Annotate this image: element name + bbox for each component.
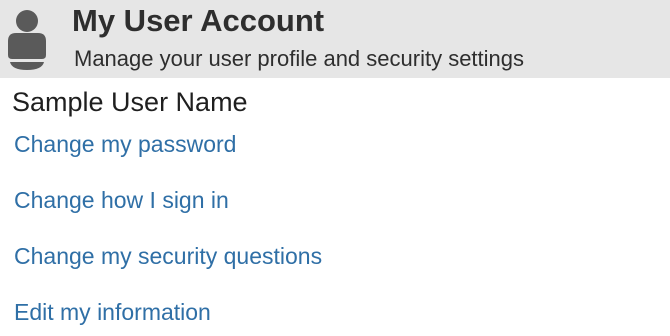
edit-information-link[interactable]: Edit my information <box>14 290 211 334</box>
page-title: My User Account <box>72 3 325 38</box>
list-item: Change my security questions <box>14 234 322 290</box>
change-security-questions-link[interactable]: Change my security questions <box>14 234 322 278</box>
change-sign-in-link[interactable]: Change how I sign in <box>14 178 229 222</box>
list-item: Change how I sign in <box>14 178 322 234</box>
user-silhouette-icon <box>6 9 48 71</box>
list-item: Change my password <box>14 122 322 178</box>
account-actions-list: Change my password Change how I sign in … <box>14 122 322 336</box>
list-item: Edit my information <box>14 290 322 336</box>
account-header: My User Account Manage your user profile… <box>0 0 670 78</box>
my-user-account-page: My User Account Manage your user profile… <box>0 0 670 336</box>
change-password-link[interactable]: Change my password <box>14 122 236 166</box>
page-subtitle: Manage your user profile and security se… <box>74 46 525 71</box>
user-display-name: Sample User Name <box>12 87 248 117</box>
